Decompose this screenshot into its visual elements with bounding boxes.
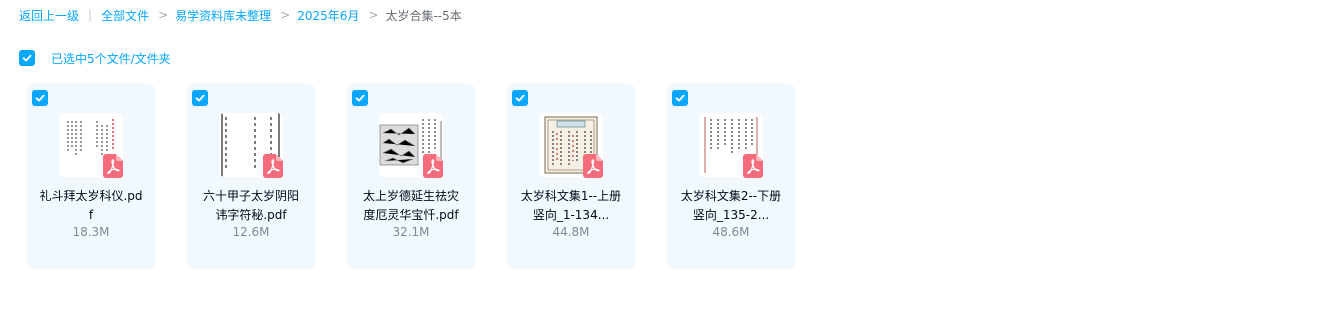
file-name-line: f xyxy=(88,208,94,222)
checkmark-icon xyxy=(195,94,205,102)
file-checkbox[interactable] xyxy=(192,90,208,106)
back-link[interactable]: 返回上一级 xyxy=(19,7,79,24)
checkmark-icon xyxy=(355,94,365,102)
file-name-line: 竖向_1-134... xyxy=(532,208,610,222)
checkmark-icon xyxy=(675,94,685,102)
pdf-icon xyxy=(103,154,123,178)
file-name-line: 度厄灵华宝忏.pdf xyxy=(363,208,459,222)
file-card[interactable]: 太岁科文集2--下册 竖向_135-2... 48.6M xyxy=(667,83,795,270)
select-all-row: 已选中5个文件/文件夹 xyxy=(19,49,171,67)
file-size: 32.1M xyxy=(392,225,430,239)
pdf-icon xyxy=(263,154,283,178)
breadcrumb-all-files[interactable]: 全部文件 xyxy=(101,7,149,24)
pdf-icon xyxy=(583,154,603,178)
file-checkbox[interactable] xyxy=(32,90,48,106)
file-name-line: 讳字符秘.pdf xyxy=(215,208,287,222)
file-card[interactable]: 太岁科文集1--上册 竖向_1-134... 44.8M xyxy=(507,83,635,270)
file-name: 六十甲子太岁阴阳 讳字符秘.pdf xyxy=(193,187,309,225)
chevron-right-icon: > xyxy=(368,8,379,22)
file-name: 礼斗拜太岁科仪.pd f xyxy=(33,187,149,225)
file-name-line: 礼斗拜太岁科仪.pd xyxy=(39,189,143,203)
file-name-line: 太岁科文集1--上册 xyxy=(520,189,622,203)
file-name-line: 竖向_135-2... xyxy=(692,208,770,222)
checkmark-icon xyxy=(22,54,32,62)
file-name-line: 太上岁德延生祛灾 xyxy=(362,189,459,203)
breadcrumb-current: 太岁合集--5本 xyxy=(385,8,462,23)
file-name: 太上岁德延生祛灾 度厄灵华宝忏.pdf xyxy=(353,187,469,225)
file-checkbox[interactable] xyxy=(512,90,528,106)
chevron-right-icon: > xyxy=(158,8,169,22)
file-size: 48.6M xyxy=(712,225,750,239)
pdf-icon xyxy=(423,154,443,178)
breadcrumb-separator: | xyxy=(88,8,93,22)
file-name-line: 六十甲子太岁阴阳 xyxy=(202,189,299,203)
file-size: 44.8M xyxy=(552,225,590,239)
pdf-icon xyxy=(743,154,763,178)
file-checkbox[interactable] xyxy=(352,90,368,106)
file-name-line: 太岁科文集2--下册 xyxy=(680,189,782,203)
file-size: 12.6M xyxy=(232,225,270,239)
file-name: 太岁科文集2--下册 竖向_135-2... xyxy=(673,187,789,225)
file-card[interactable]: 六十甲子太岁阴阳 讳字符秘.pdf 12.6M xyxy=(187,83,315,270)
file-size: 18.3M xyxy=(72,225,110,239)
checkmark-icon xyxy=(35,94,45,102)
select-all-checkbox[interactable] xyxy=(19,50,35,66)
file-checkbox[interactable] xyxy=(672,90,688,106)
file-name: 太岁科文集1--上册 竖向_1-134... xyxy=(513,187,629,225)
checkmark-icon xyxy=(515,94,525,102)
file-card[interactable]: 太上岁德延生祛灾 度厄灵华宝忏.pdf 32.1M xyxy=(347,83,475,270)
file-card[interactable]: 礼斗拜太岁科仪.pd f 18.3M xyxy=(27,83,155,270)
selection-count-label: 已选中5个文件/文件夹 xyxy=(51,51,171,66)
chevron-right-icon: > xyxy=(280,8,291,22)
breadcrumb-folder-month[interactable]: 2025年6月 xyxy=(297,7,359,24)
breadcrumb: 返回上一级 | 全部文件 > 易学资料库未整理 > 2025年6月 > 太岁合集… xyxy=(19,6,462,24)
breadcrumb-folder-library[interactable]: 易学资料库未整理 xyxy=(175,7,271,24)
